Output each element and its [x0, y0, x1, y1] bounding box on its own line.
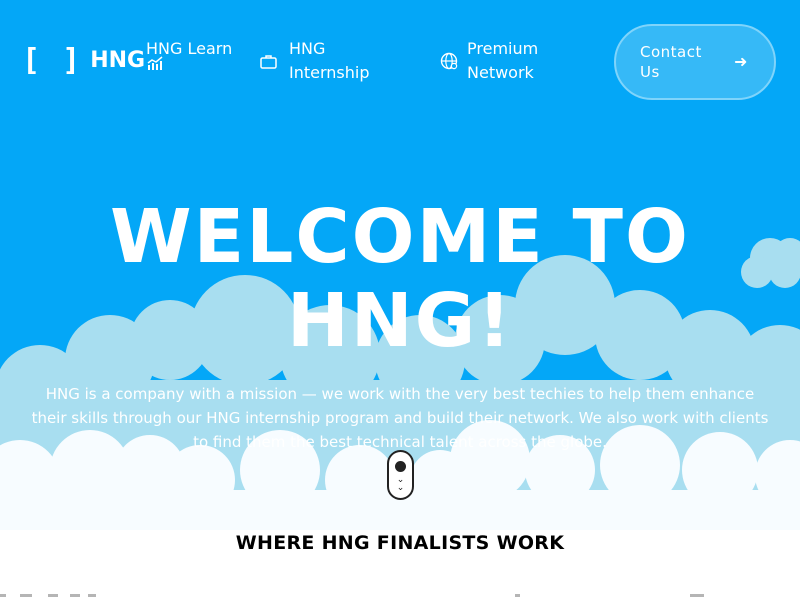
nav-premium-network[interactable]: Premium Network	[440, 37, 557, 85]
company-logo	[48, 594, 58, 597]
arrow-right-icon: ➜	[734, 52, 748, 71]
hero-description: HNG is a company with a mission — we wor…	[31, 385, 769, 451]
scroll-dot-icon	[395, 461, 406, 472]
company-logo	[0, 594, 6, 597]
site-header: [ ] HNG HNG Learn HNG Internship Premium…	[0, 0, 800, 118]
scroll-down-indicator[interactable]: ⌄ ⌄	[387, 450, 414, 500]
nav-hng-learn[interactable]: HNG Learn	[146, 37, 236, 61]
nav-hng-internship[interactable]: HNG Internship	[260, 37, 379, 85]
company-logo	[88, 594, 96, 597]
company-logo	[20, 594, 32, 597]
globe-icon	[440, 52, 458, 70]
company-logo	[690, 594, 704, 597]
contact-us-label: Contact Us	[640, 43, 702, 81]
contact-us-button[interactable]: Contact Us ➜	[614, 24, 776, 100]
logo-text: HNG	[90, 48, 146, 73]
nav-hng-internship-label: HNG Internship	[289, 39, 370, 82]
briefcase-icon	[260, 54, 277, 69]
hng-logo[interactable]: [ ] HNG	[22, 46, 163, 76]
finalists-section-title: WHERE HNG FINALISTS WORK	[235, 532, 565, 554]
hero-section: [ ] HNG HNG Learn HNG Internship Premium…	[0, 0, 800, 530]
nav-hng-learn-label: HNG Learn	[146, 39, 233, 58]
logo-brackets: [ ]	[22, 43, 83, 78]
nav-premium-network-label: Premium Network	[467, 39, 539, 82]
company-logos-strip	[0, 590, 800, 600]
chevron-down-icon: ⌄ ⌄	[396, 475, 405, 493]
company-logo	[70, 594, 80, 597]
hero-title: WELCOME TO HNG!	[110, 194, 690, 364]
company-logo	[515, 594, 520, 597]
